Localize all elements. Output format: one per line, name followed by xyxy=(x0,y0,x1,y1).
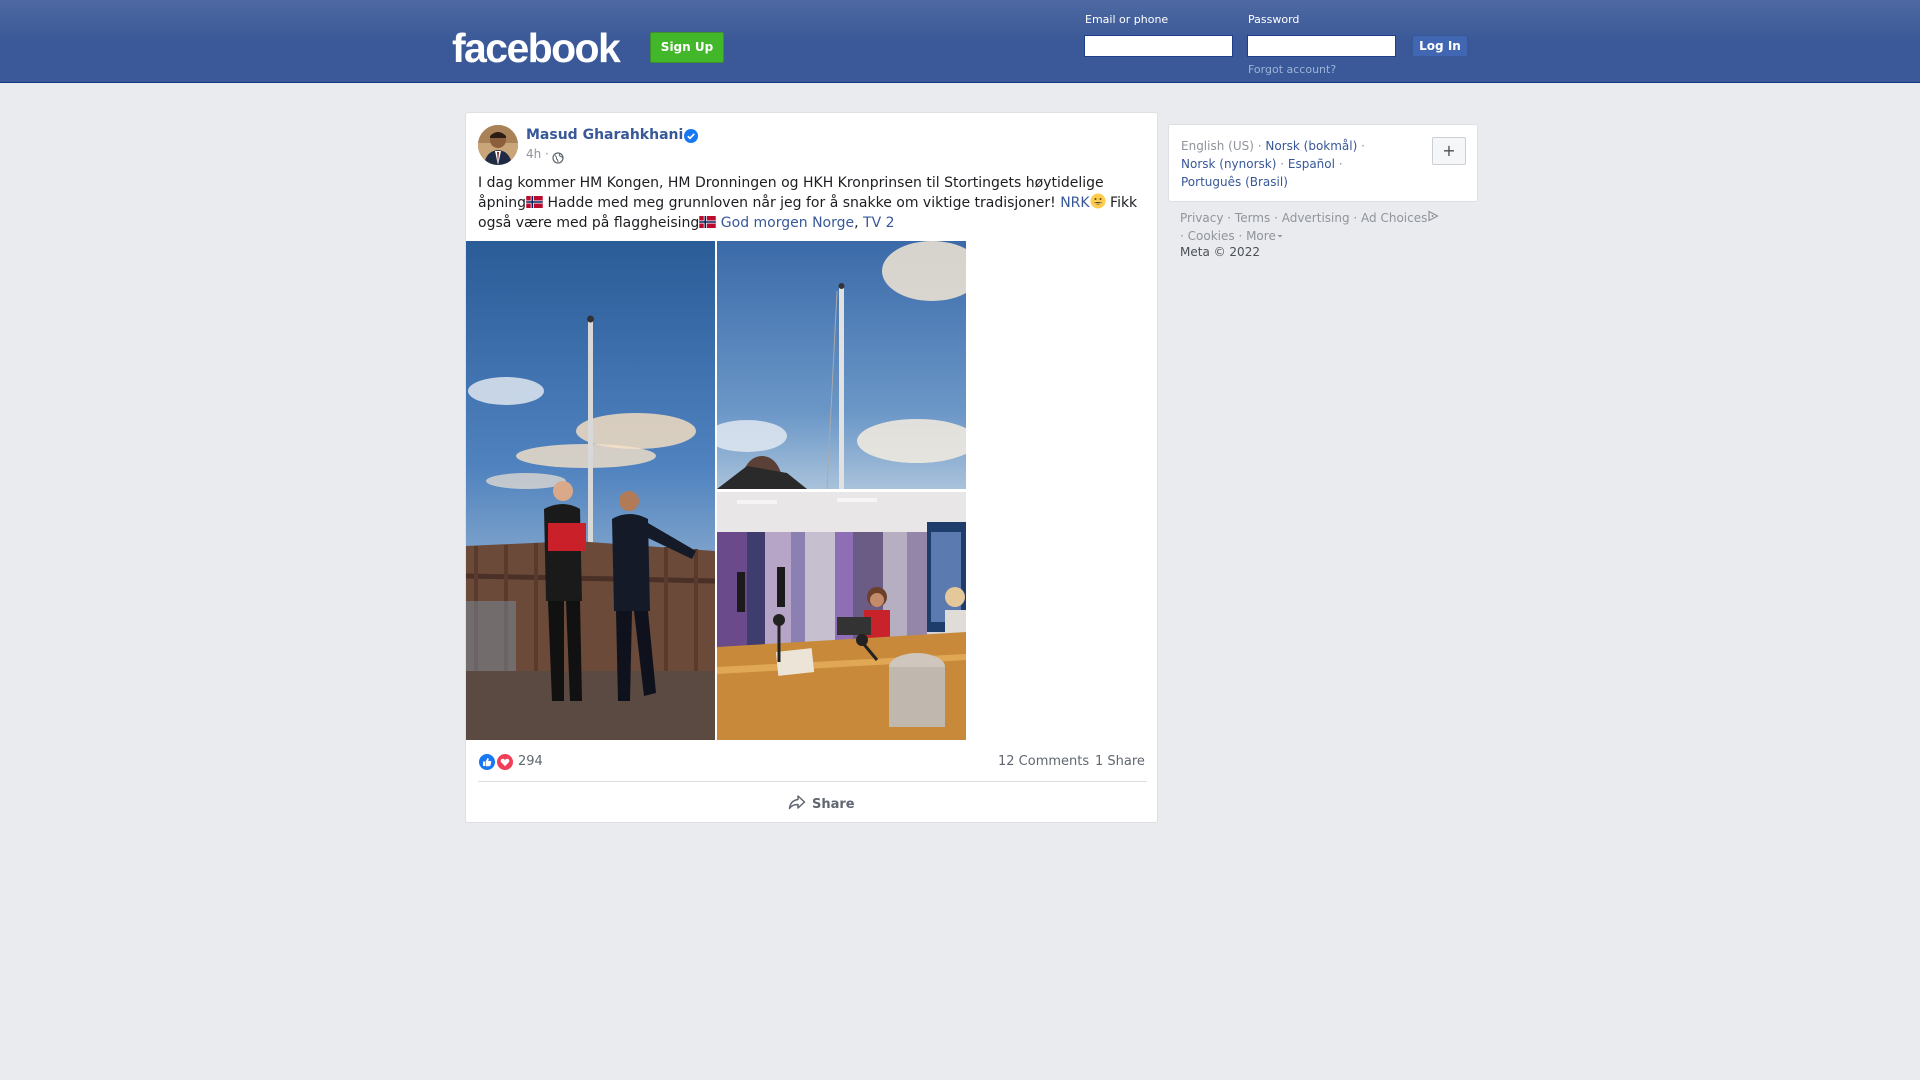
copyright: Meta © 2022 xyxy=(1180,245,1260,259)
password-field[interactable] xyxy=(1247,35,1396,57)
post-card: Masud Gharahkhani 4h · I dag kommer HM K… xyxy=(465,112,1158,823)
post-text-part: Hadde med meg grunnloven når jeg for å s… xyxy=(543,195,1061,211)
verified-badge-icon xyxy=(684,128,698,143)
terms-link[interactable]: Terms xyxy=(1235,211,1270,225)
avatar[interactable] xyxy=(478,125,518,165)
language-option[interactable]: Español xyxy=(1288,157,1335,171)
current-language: English (US) xyxy=(1181,139,1254,153)
language-option[interactable]: Norsk (nynorsk) xyxy=(1181,157,1276,171)
more-languages-button[interactable]: + xyxy=(1432,137,1466,165)
post-text: I dag kommer HM Kongen, HM Dronningen og… xyxy=(478,173,1148,233)
language-option[interactable]: Norsk (bokmål) xyxy=(1265,139,1357,153)
language-list: English (US) · Norsk (bokmål) · Norsk (n… xyxy=(1181,139,1365,189)
share-label: Share xyxy=(812,796,855,812)
post-text-separator: , xyxy=(854,215,864,231)
share-arrow-icon xyxy=(788,794,806,814)
reaction-count[interactable]: 294 xyxy=(518,754,543,769)
footer-links: Privacy · Terms · Advertising · Ad Choic… xyxy=(1180,209,1480,245)
reaction-icons[interactable] xyxy=(478,753,516,771)
author-name[interactable]: Masud Gharahkhani xyxy=(526,127,683,143)
grinning-face-icon xyxy=(1090,193,1106,209)
norway-flag-icon xyxy=(699,214,717,228)
flagpole-sky-photo[interactable] xyxy=(717,241,966,489)
ad-choices-link[interactable]: Ad Choices xyxy=(1361,211,1427,225)
language-selector: English (US) · Norsk (bokmål) · Norsk (n… xyxy=(1168,124,1478,202)
tag-link-god-morgen-norge[interactable]: God morgen Norge xyxy=(721,215,854,231)
tag-link-nrk[interactable]: NRK xyxy=(1060,195,1089,211)
log-in-button[interactable]: Log In xyxy=(1412,35,1468,57)
advertising-link[interactable]: Advertising xyxy=(1282,211,1350,225)
action-divider xyxy=(478,781,1147,782)
email-field[interactable] xyxy=(1084,35,1233,57)
privacy-link[interactable]: Privacy xyxy=(1180,211,1223,225)
post-time[interactable]: 4h · xyxy=(526,147,549,161)
forgot-account-link[interactable]: Forgot account? xyxy=(1248,63,1336,76)
cookies-link[interactable]: Cookies xyxy=(1188,229,1235,243)
top-bar: facebook Sign Up Email or phone Password… xyxy=(0,0,1920,83)
more-link[interactable]: More xyxy=(1246,229,1276,243)
globe-icon xyxy=(552,149,564,164)
tag-link-tv2[interactable]: TV 2 xyxy=(863,215,895,231)
norway-flag-icon xyxy=(526,194,543,208)
ad-choices-icon xyxy=(1427,210,1440,225)
password-label: Password xyxy=(1248,13,1300,26)
email-label: Email or phone xyxy=(1085,13,1169,26)
language-option[interactable]: Português (Brasil) xyxy=(1181,175,1288,189)
share-button[interactable]: Share xyxy=(788,793,855,815)
facebook-logo[interactable]: facebook xyxy=(452,24,621,72)
sign-up-button[interactable]: Sign Up xyxy=(650,32,724,63)
caret-down-icon xyxy=(1276,229,1284,243)
comments-count-link[interactable]: 12 Comments xyxy=(998,754,1089,769)
radio-studio-photo[interactable] xyxy=(717,492,966,740)
flagpole-people-photo[interactable] xyxy=(466,241,715,740)
shares-count-link[interactable]: 1 Share xyxy=(1095,754,1145,769)
